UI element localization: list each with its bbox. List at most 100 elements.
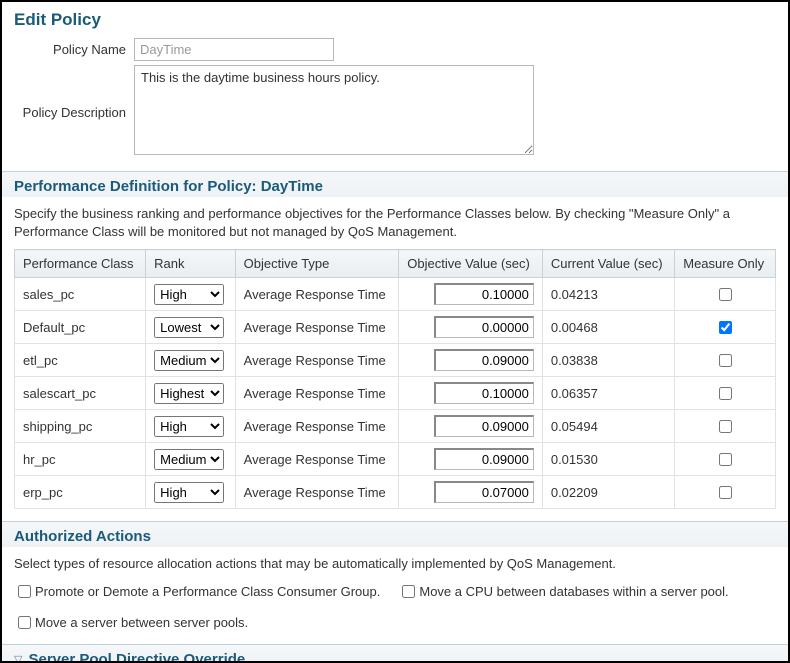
- objective-value-cell: [399, 344, 543, 377]
- col-current-value: Current Value (sec): [542, 250, 674, 278]
- objective-value-input[interactable]: [434, 415, 534, 437]
- perf-class-cell: erp_pc: [15, 476, 146, 509]
- auth-action-option: Move a server between server pools.: [14, 613, 248, 632]
- rank-cell: HighestHighMediumLowLowest: [146, 410, 235, 443]
- measure-only-checkbox[interactable]: [719, 453, 732, 466]
- objective-type-cell: Average Response Time: [235, 311, 399, 344]
- col-objective-value: Objective Value (sec): [399, 250, 543, 278]
- objective-value-input[interactable]: [434, 283, 534, 305]
- measure-only-cell: [675, 344, 776, 377]
- table-row: sales_pc HighestHighMediumLowLowest Averag…: [15, 278, 776, 311]
- rank-select[interactable]: HighestHighMediumLowLowest: [154, 482, 224, 503]
- objective-type-cell: Average Response Time: [235, 377, 399, 410]
- col-perf-class: Performance Class: [15, 250, 146, 278]
- measure-only-cell: [675, 410, 776, 443]
- rank-cell: HighestHighMediumLowLowest: [146, 377, 235, 410]
- rank-cell: HighestHighMediumLowLowest: [146, 344, 235, 377]
- col-objective-type: Objective Type: [235, 250, 399, 278]
- auth-action-label: Promote or Demote a Performance Class Co…: [35, 584, 380, 599]
- rank-select[interactable]: HighestHighMediumLowLowest: [154, 317, 224, 338]
- authorized-actions-header: Authorized Actions: [2, 521, 788, 547]
- current-value-cell: 0.03838: [542, 344, 674, 377]
- auth-action-checkbox[interactable]: [18, 616, 31, 629]
- objective-value-cell: [399, 476, 543, 509]
- table-row: Default_pc HighestHighMediumLowLowest Aver…: [15, 311, 776, 344]
- perf-class-cell: salescart_pc: [15, 377, 146, 410]
- rank-cell: HighestHighMediumLowLowest: [146, 278, 235, 311]
- rank-select[interactable]: HighestHighMediumLowLowest: [154, 416, 224, 437]
- auth-action-option: Promote or Demote a Performance Class Co…: [14, 582, 380, 601]
- rank-select[interactable]: HighestHighMediumLowLowest: [154, 449, 224, 470]
- measure-only-cell: [675, 311, 776, 344]
- measure-only-cell: [675, 443, 776, 476]
- policy-name-label: Policy Name: [14, 38, 134, 57]
- col-measure-only: Measure Only: [675, 250, 776, 278]
- measure-only-checkbox[interactable]: [719, 321, 732, 334]
- authorized-actions-title: Authorized Actions: [14, 528, 151, 545]
- rank-select[interactable]: HighestHighMediumLowLowest: [154, 350, 224, 371]
- perf-class-cell: shipping_pc: [15, 410, 146, 443]
- policy-desc-label: Policy Description: [14, 65, 134, 120]
- auth-action-label: Move a CPU between databases within a se…: [419, 584, 728, 599]
- perf-table: Performance Class Rank Objective Type Ob…: [14, 249, 776, 509]
- perf-class-cell: Default_pc: [15, 311, 146, 344]
- objective-value-cell: [399, 410, 543, 443]
- rank-cell: HighestHighMediumLowLowest: [146, 443, 235, 476]
- server-pool-override-header[interactable]: ▽ Server Pool Directive Override: [2, 644, 788, 663]
- objective-value-input[interactable]: [434, 481, 534, 503]
- current-value-cell: 0.04213: [542, 278, 674, 311]
- auth-action-option: Move a CPU between databases within a se…: [398, 582, 728, 601]
- objective-value-input[interactable]: [434, 316, 534, 338]
- measure-only-cell: [675, 377, 776, 410]
- current-value-cell: 0.02209: [542, 476, 674, 509]
- table-row: hr_pc HighestHighMediumLowLowest Average R…: [15, 443, 776, 476]
- perf-class-cell: sales_pc: [15, 278, 146, 311]
- rank-select[interactable]: HighestHighMediumLowLowest: [154, 284, 224, 305]
- auth-action-checkbox[interactable]: [18, 585, 31, 598]
- objective-value-cell: [399, 311, 543, 344]
- policy-name-input[interactable]: [134, 38, 334, 61]
- server-pool-override-title: Server Pool Directive Override: [28, 651, 245, 663]
- auth-action-label: Move a server between server pools.: [35, 615, 248, 630]
- rank-select[interactable]: HighestHighMediumLowLowest: [154, 383, 224, 404]
- policy-desc-textarea[interactable]: [134, 65, 534, 155]
- table-row: erp_pc HighestHighMediumLowLowest Average …: [15, 476, 776, 509]
- rank-cell: HighestHighMediumLowLowest: [146, 476, 235, 509]
- perf-class-cell: etl_pc: [15, 344, 146, 377]
- objective-value-input[interactable]: [434, 448, 534, 470]
- objective-value-cell: [399, 377, 543, 410]
- objective-value-input[interactable]: [434, 382, 534, 404]
- col-rank: Rank: [146, 250, 235, 278]
- measure-only-checkbox[interactable]: [719, 354, 732, 367]
- measure-only-checkbox[interactable]: [719, 486, 732, 499]
- auth-action-checkbox[interactable]: [402, 585, 415, 598]
- current-value-cell: 0.01530: [542, 443, 674, 476]
- table-row: salescart_pc HighestHighMediumLowLowest Av…: [15, 377, 776, 410]
- current-value-cell: 0.00468: [542, 311, 674, 344]
- measure-only-checkbox[interactable]: [719, 387, 732, 400]
- perf-definition-header: Performance Definition for Policy: DayTi…: [2, 171, 788, 197]
- objective-value-cell: [399, 278, 543, 311]
- table-row: shipping_pc HighestHighMediumLowLowest Ave…: [15, 410, 776, 443]
- measure-only-cell: [675, 278, 776, 311]
- measure-only-cell: [675, 476, 776, 509]
- page-title: Edit Policy: [14, 10, 776, 30]
- objective-value-input[interactable]: [434, 349, 534, 371]
- objective-type-cell: Average Response Time: [235, 443, 399, 476]
- objective-type-cell: Average Response Time: [235, 410, 399, 443]
- rank-cell: HighestHighMediumLowLowest: [146, 311, 235, 344]
- perf-class-cell: hr_pc: [15, 443, 146, 476]
- objective-type-cell: Average Response Time: [235, 278, 399, 311]
- perf-instruction-text: Specify the business ranking and perform…: [14, 205, 776, 241]
- measure-only-checkbox[interactable]: [719, 288, 732, 301]
- table-row: etl_pc HighestHighMediumLowLowest Average …: [15, 344, 776, 377]
- measure-only-checkbox[interactable]: [719, 420, 732, 433]
- collapse-triangle-icon: ▽: [14, 653, 22, 663]
- current-value-cell: 0.06357: [542, 377, 674, 410]
- perf-definition-title: Performance Definition for Policy: DayTi…: [14, 178, 323, 195]
- auth-instruction-text: Select types of resource allocation acti…: [14, 555, 776, 573]
- objective-type-cell: Average Response Time: [235, 476, 399, 509]
- objective-value-cell: [399, 443, 543, 476]
- objective-type-cell: Average Response Time: [235, 344, 399, 377]
- current-value-cell: 0.05494: [542, 410, 674, 443]
